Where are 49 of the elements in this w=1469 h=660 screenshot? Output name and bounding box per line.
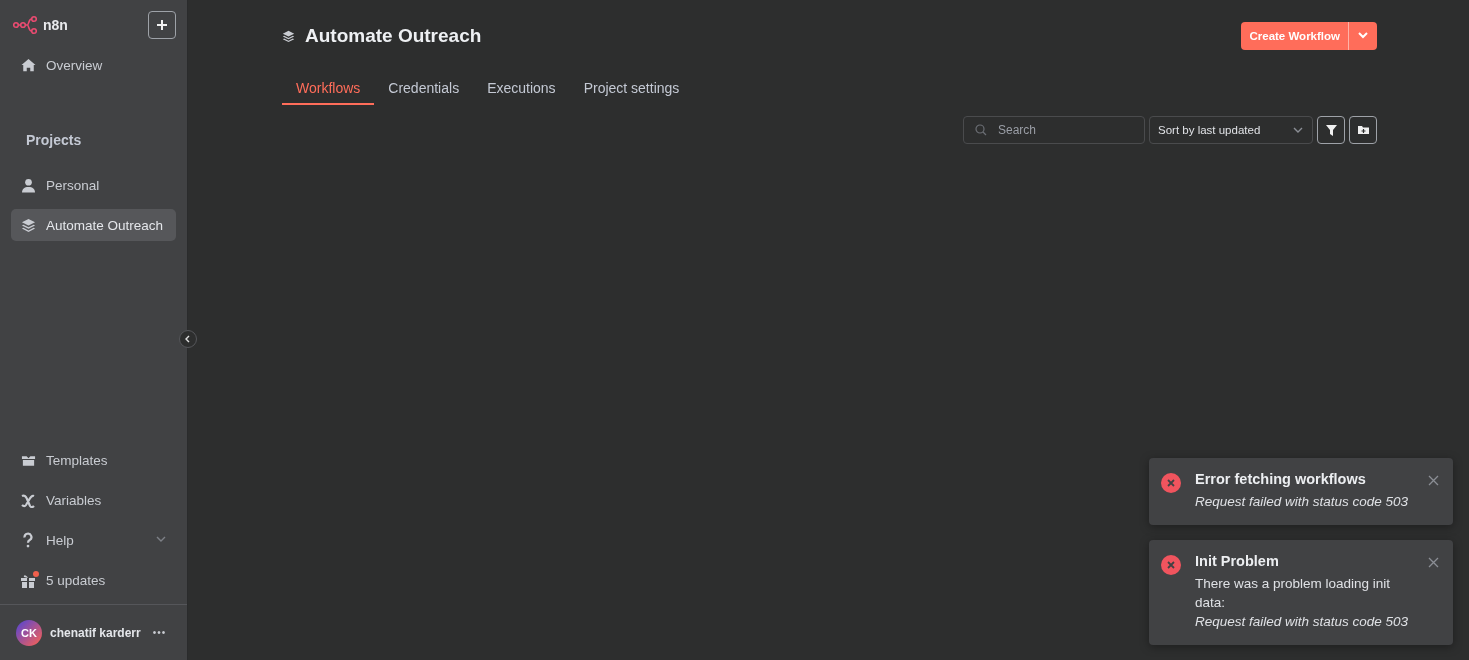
home-icon	[20, 58, 36, 72]
close-button[interactable]	[1428, 475, 1439, 486]
tab[interactable]: Project settings	[569, 72, 694, 105]
toast-detail: Request failed with status code 503	[1195, 613, 1410, 631]
sidebar-item[interactable]: Help	[11, 520, 176, 560]
more-button[interactable]: •••	[148, 627, 167, 638]
page-title: Automate Outreach	[305, 25, 482, 47]
sort-dropdown[interactable]: Sort by last updated	[1149, 116, 1313, 144]
question-icon	[22, 531, 34, 549]
tab[interactable]: Executions	[473, 72, 570, 105]
sidebar-item[interactable]: Automate Outreach	[11, 209, 176, 241]
plus-icon	[156, 19, 168, 31]
filter-icon	[1325, 124, 1337, 136]
collapse-button[interactable]	[179, 330, 197, 348]
search-icon	[975, 124, 987, 136]
close-icon	[1428, 557, 1439, 568]
sidebar-item[interactable]: Templates	[11, 440, 176, 480]
n8n-logo-icon	[13, 15, 37, 35]
layers-icon	[282, 29, 295, 43]
add-button[interactable]	[148, 11, 176, 39]
toast-title: Init Problem	[1195, 553, 1280, 569]
tab[interactable]: Credentials	[374, 72, 474, 105]
user-avatar[interactable]: CK	[16, 619, 42, 646]
sidebar-item[interactable]: Personal	[11, 169, 176, 201]
new-folder-button[interactable]	[1349, 116, 1377, 144]
sidebar-item[interactable]: Variables	[11, 480, 176, 520]
box-icon	[20, 453, 36, 467]
close-icon	[1428, 475, 1439, 486]
gift-icon	[20, 572, 36, 588]
error-icon	[1161, 473, 1181, 493]
sidebar-item[interactable]: Overview	[11, 49, 176, 81]
layers-icon	[20, 217, 36, 233]
notification-dot	[33, 570, 39, 577]
error-icon	[1161, 555, 1181, 575]
folder-plus-icon	[1357, 125, 1369, 135]
app-logo-text: n8n	[43, 17, 68, 33]
toast-message: There was a problem loading init data:	[1195, 575, 1392, 612]
user-icon	[21, 177, 35, 193]
search-field[interactable]: Search	[963, 116, 1145, 144]
sidebar-item[interactable]: 5 updates	[11, 560, 176, 600]
chevron-down-icon	[1357, 29, 1369, 41]
tab[interactable]: Workflows	[282, 72, 375, 105]
section-heading: Projects	[25, 132, 83, 148]
toast-detail: Request failed with status code 503	[1195, 493, 1410, 511]
variable-icon	[21, 492, 35, 508]
close-button[interactable]	[1428, 557, 1439, 568]
filter-button[interactable]	[1317, 116, 1345, 144]
user-name: chenatif karderr	[50, 625, 141, 640]
toast-title: Error fetching workflows	[1195, 471, 1367, 487]
